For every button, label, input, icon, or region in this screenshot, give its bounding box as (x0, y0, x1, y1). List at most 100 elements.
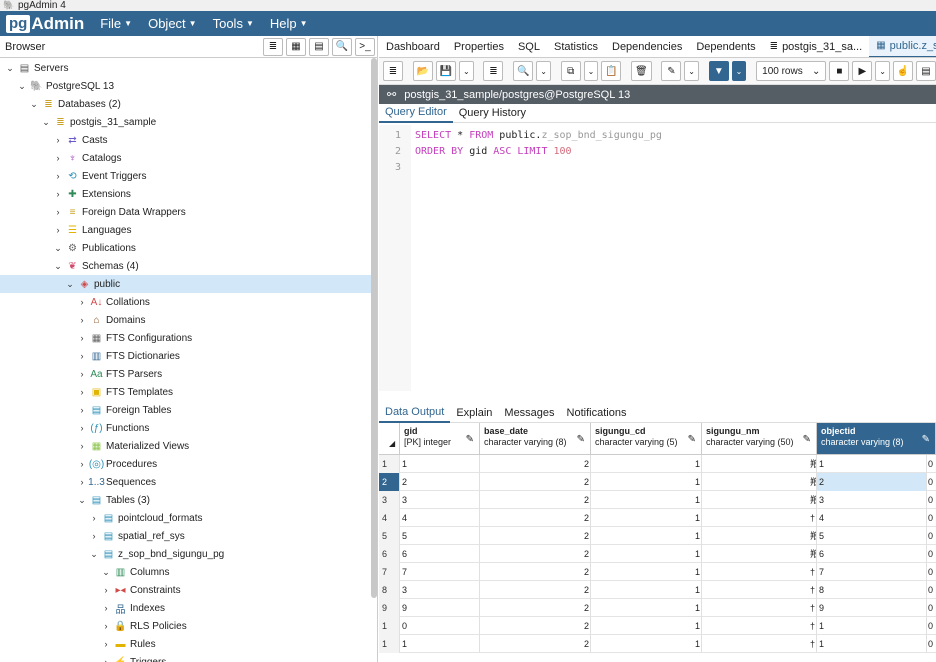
tree-node[interactable]: › ♆ Catalogs (0, 149, 377, 167)
table-cell[interactable]: 3 (400, 581, 480, 599)
execute-dropdown[interactable]: ⌄ (875, 61, 890, 81)
chevron-right-icon[interactable]: › (76, 459, 88, 469)
table-cell[interactable]: 1 (817, 455, 927, 473)
row-number[interactable]: 3 (379, 491, 400, 509)
find-dropdown[interactable]: ⌄ (536, 61, 551, 81)
tree-node[interactable]: ⌄ ≣ Databases (2) (0, 95, 377, 113)
table-cell[interactable]: 2 (480, 581, 591, 599)
row-number[interactable]: 8 (379, 581, 400, 599)
editor-tab[interactable]: Query Editor (379, 104, 453, 123)
tree-node[interactable]: › ▣ FTS Templates (0, 383, 377, 401)
row-number[interactable]: 7 (379, 563, 400, 581)
menu-help[interactable]: Help ▼ (270, 16, 308, 31)
save-dropdown[interactable]: ⌄ (459, 61, 474, 81)
table-cell[interactable]: 1 (591, 599, 702, 617)
pgadmin-logo[interactable]: pg Admin (6, 14, 84, 34)
table-cell[interactable]: 1 (817, 635, 927, 653)
chevron-right-icon[interactable]: › (76, 333, 88, 343)
tree-node[interactable]: › ▤ pointcloud_formats (0, 509, 377, 527)
tree-node[interactable]: ⌄ ▤ Tables (3) (0, 491, 377, 509)
tree-node[interactable]: ⌄ 🐘 PostgreSQL 13 (0, 77, 377, 95)
output-tab[interactable]: Messages (498, 403, 560, 423)
table-cell[interactable]: 0 (400, 617, 480, 635)
table-cell[interactable]: 2 (817, 473, 927, 491)
column-header-sigungu_cd[interactable]: sigungu_cd character varying (5) ✎ (591, 423, 702, 455)
table-row[interactable]: 5521羪50 (379, 527, 936, 545)
chevron-right-icon[interactable]: › (76, 297, 88, 307)
execute-button[interactable]: ▶ (852, 61, 873, 81)
table-cell[interactable]: 5 (400, 527, 480, 545)
chevron-down-icon[interactable]: ⌄ (100, 567, 112, 578)
chevron-down-icon[interactable]: ⌄ (52, 261, 64, 272)
table-cell[interactable]: 2 (480, 617, 591, 635)
tab-5[interactable]: Dependencies (605, 36, 689, 57)
column-header-gid[interactable]: gid [PK] integer ✎ (400, 423, 480, 455)
output-tab[interactable]: Notifications (561, 403, 633, 423)
chevron-right-icon[interactable]: › (76, 405, 88, 415)
table-cell[interactable]: † (702, 563, 817, 581)
tree-node[interactable]: › ✚ Extensions (0, 185, 377, 203)
table-cell[interactable]: 4 (400, 509, 480, 527)
table-cell[interactable]: 0 (927, 635, 936, 653)
editor-tab[interactable]: Query History (453, 104, 532, 123)
row-number[interactable]: 4 (379, 509, 400, 527)
tree-node[interactable]: › ▸◂ Constraints (0, 581, 377, 599)
table-cell[interactable]: 0 (927, 509, 936, 527)
table-cell[interactable]: 1 (591, 527, 702, 545)
table-cell[interactable]: † (702, 599, 817, 617)
tab-3[interactable]: SQL (511, 36, 547, 57)
table-cell[interactable]: 1 (591, 545, 702, 563)
table-cell[interactable]: 0 (927, 563, 936, 581)
table-cell[interactable]: 1 (817, 617, 927, 635)
table-row[interactable]: 2221羪20 (379, 473, 936, 491)
chevron-right-icon[interactable]: › (52, 153, 64, 163)
tree-node[interactable]: › ⚡ Triggers (0, 653, 377, 662)
more-button[interactable]: ▤ (915, 61, 936, 81)
edit-dropdown[interactable]: ⌄ (684, 61, 699, 81)
table-cell[interactable]: 4 (817, 509, 927, 527)
tree-node[interactable]: › ▤ Foreign Tables (0, 401, 377, 419)
tab-1[interactable]: Dashboard (379, 36, 447, 57)
table-cell[interactable]: 羪 (702, 491, 817, 509)
row-number[interactable]: 2 (379, 473, 400, 491)
table-cell[interactable]: 2 (480, 527, 591, 545)
table-cell[interactable]: 0 (927, 455, 936, 473)
table-cell[interactable]: 7 (400, 563, 480, 581)
chevron-down-icon[interactable]: ⌄ (4, 63, 16, 74)
column-header-objectid[interactable]: objectid character varying (8) ✎ (817, 423, 936, 455)
chevron-right-icon[interactable]: › (76, 477, 88, 487)
menu-object[interactable]: Object ▼ (148, 16, 197, 31)
tab-7[interactable]: ≣ postgis_31_sa... (763, 36, 870, 57)
tree-node[interactable]: › ⌂ Domains (0, 311, 377, 329)
filter-button[interactable]: ▼ (708, 61, 729, 81)
grid-corner[interactable]: ◢ (379, 423, 400, 455)
rows-limit-select[interactable]: 100 rows ⌄ (756, 61, 827, 81)
table-cell[interactable]: 羪 (702, 455, 817, 473)
table-cell[interactable]: 0 (927, 599, 936, 617)
table-row[interactable]: 1 0 2 1 † 1 0 (379, 617, 936, 635)
tree-node[interactable]: ⌄ ▤ z_sop_bnd_sigungu_pg (0, 545, 377, 563)
filter-dropdown[interactable]: ⌄ (731, 61, 747, 81)
chevron-right-icon[interactable]: › (76, 423, 88, 433)
table-cell[interactable]: 0 (927, 617, 936, 635)
table-cell[interactable]: 0 (927, 545, 936, 563)
sql-editor[interactable]: 1 2 3 SELECT * FROM public.z_sop_bnd_sig… (379, 125, 936, 391)
table-cell[interactable]: 0 (927, 473, 936, 491)
table-cell[interactable]: 2 (480, 491, 591, 509)
save-data-button[interactable]: ≣ (483, 61, 504, 81)
tree-node[interactable]: ⌄ ≣ postgis_31_sample (0, 113, 377, 131)
tab-8[interactable]: ▦public.z_sc (869, 36, 936, 57)
table-cell[interactable]: 2 (480, 455, 591, 473)
chevron-right-icon[interactable]: › (76, 315, 88, 325)
tree-node[interactable]: › ▥ FTS Dictionaries (0, 347, 377, 365)
table-cell[interactable]: 3 (400, 491, 480, 509)
table-cell[interactable]: 羪 (702, 473, 817, 491)
table-cell[interactable]: 7 (817, 563, 927, 581)
chevron-right-icon[interactable]: › (100, 621, 112, 631)
row-number[interactable]: 6 (379, 545, 400, 563)
view-data-button[interactable]: ▦ (286, 37, 306, 56)
save-button[interactable]: 💾 (435, 61, 457, 81)
table-cell[interactable]: 1 (400, 455, 480, 473)
table-cell[interactable]: 0 (927, 491, 936, 509)
chevron-right-icon[interactable]: › (100, 639, 112, 649)
